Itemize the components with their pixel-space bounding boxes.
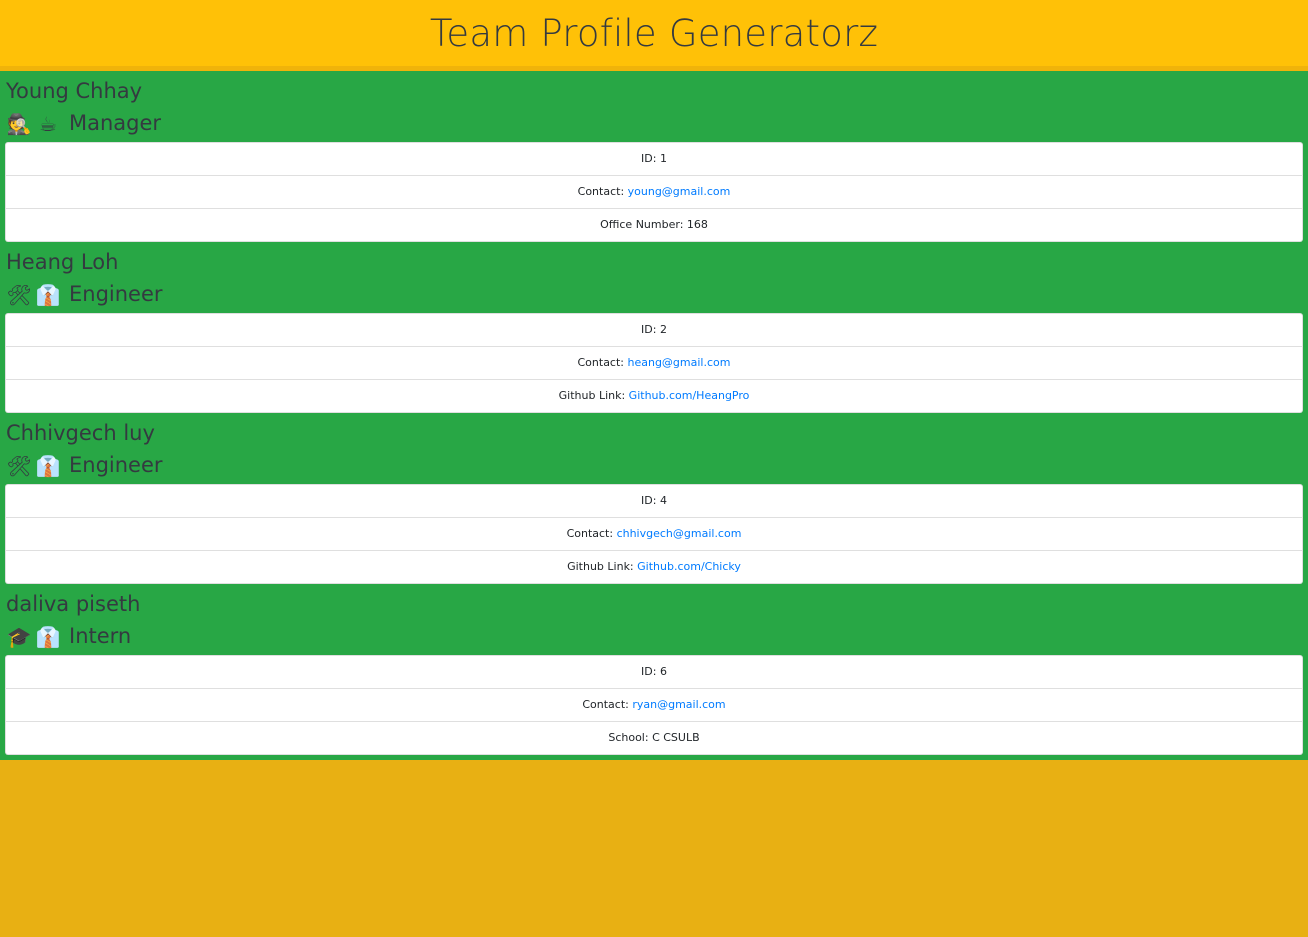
- github-label: Github Link:: [558, 389, 629, 402]
- page-header: Team Profile Generatorz: [0, 0, 1308, 71]
- employee-card: Young Chhay 🕵 ☕ Manager ID: 1 Contact: y…: [5, 71, 1303, 242]
- email-link[interactable]: chhivgech@gmail.com: [617, 527, 742, 540]
- employee-details: ID: 4 Contact: chhivgech@gmail.com Githu…: [5, 484, 1303, 584]
- email-link[interactable]: ryan@gmail.com: [632, 698, 725, 711]
- school-row: School: C CSULB: [608, 731, 700, 744]
- employee-details: ID: 2 Contact: heang@gmail.com Github Li…: [5, 313, 1303, 413]
- team-list: Young Chhay 🕵 ☕ Manager ID: 1 Contact: y…: [0, 71, 1308, 760]
- employee-role-row: 🛠 👔 Engineer: [5, 279, 1303, 310]
- employee-id: ID: 1: [6, 143, 1302, 176]
- employee-contact: Contact: ryan@gmail.com: [6, 689, 1302, 722]
- contact-label: Contact:: [577, 185, 628, 198]
- employee-card: Chhivgech luy 🛠 👔 Engineer ID: 4 Contact…: [5, 413, 1303, 584]
- necktie-shirt-icon: 👔: [35, 624, 61, 649]
- github-link[interactable]: Github.com/Chicky: [637, 560, 741, 573]
- email-link[interactable]: young@gmail.com: [628, 185, 731, 198]
- email-link[interactable]: heang@gmail.com: [628, 356, 731, 369]
- employee-role-row: 🛠 👔 Engineer: [5, 450, 1303, 481]
- office-number: Office Number: 168: [600, 218, 708, 231]
- employee-details: ID: 1 Contact: young@gmail.com Office Nu…: [5, 142, 1303, 242]
- employee-name: Chhivgech luy: [6, 421, 155, 445]
- github-link[interactable]: Github.com/HeangPro: [629, 389, 750, 402]
- employee-id: ID: 4: [6, 485, 1302, 518]
- employee-role-row: 🎓 👔 Intern: [5, 621, 1303, 652]
- employee-contact: Contact: chhivgech@gmail.com: [6, 518, 1302, 551]
- page-title: Team Profile Generatorz: [429, 11, 879, 55]
- employee-role-row: 🕵 ☕ Manager: [5, 108, 1303, 139]
- graduation-cap-icon: 🎓: [6, 624, 32, 649]
- employee-role: Intern: [69, 624, 132, 648]
- employee-name: Young Chhay: [6, 79, 143, 103]
- contact-label: Contact:: [582, 698, 633, 711]
- contact-label: Contact:: [577, 356, 628, 369]
- tools-icon: 🛠: [6, 453, 32, 478]
- employee-name: Heang Loh: [6, 250, 119, 274]
- github-row: Github Link: Github.com/HeangPro: [6, 380, 1302, 412]
- tools-icon: 🛠: [6, 282, 32, 307]
- detective-icon: 🕵: [6, 111, 32, 136]
- employee-role: Engineer: [69, 282, 163, 306]
- contact-label: Contact:: [566, 527, 617, 540]
- necktie-shirt-icon: 👔: [35, 453, 61, 478]
- employee-card: daliva piseth 🎓 👔 Intern ID: 6 Contact: …: [5, 584, 1303, 755]
- employee-card: Heang Loh 🛠 👔 Engineer ID: 2 Contact: he…: [5, 242, 1303, 413]
- employee-id: ID: 2: [6, 314, 1302, 347]
- employee-contact: Contact: heang@gmail.com: [6, 347, 1302, 380]
- coffee-icon: ☕: [39, 111, 57, 136]
- employee-role: Engineer: [69, 453, 163, 477]
- necktie-shirt-icon: 👔: [35, 282, 61, 307]
- github-label: Github Link:: [567, 560, 638, 573]
- github-row: Github Link: Github.com/Chicky: [6, 551, 1302, 583]
- employee-id: ID: 6: [6, 656, 1302, 689]
- employee-contact: Contact: young@gmail.com: [6, 176, 1302, 209]
- employee-details: ID: 6 Contact: ryan@gmail.com School: C …: [5, 655, 1303, 755]
- employee-role: Manager: [69, 111, 162, 135]
- employee-name: daliva piseth: [6, 592, 141, 616]
